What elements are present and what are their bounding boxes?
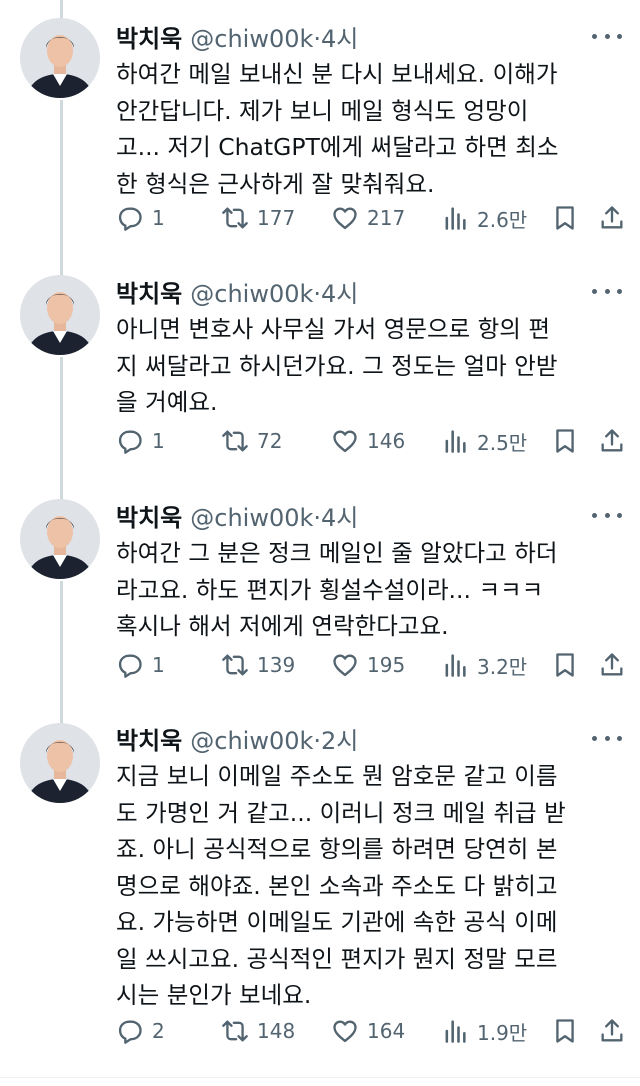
heart-icon xyxy=(333,654,357,677)
display-name[interactable]: 박치욱 xyxy=(116,19,182,54)
tweet-actions: 1 177 217 2.6만 xyxy=(116,201,626,235)
reply-button[interactable]: 1 xyxy=(116,201,165,235)
reply-icon xyxy=(118,430,142,454)
handle-and-time[interactable]: @chiw00k·4시 xyxy=(190,498,358,533)
reply-button[interactable]: 1 xyxy=(116,648,165,682)
tweet-actions: 1 139 195 3.2만 xyxy=(116,648,626,682)
views-button[interactable]: 3.2만 xyxy=(441,648,527,682)
avatar[interactable] xyxy=(20,723,100,803)
retweet-icon xyxy=(222,207,248,229)
share-button[interactable] xyxy=(598,648,626,682)
avatar[interactable] xyxy=(20,275,100,355)
thread-connector xyxy=(60,357,63,499)
retweet-icon xyxy=(222,654,248,676)
retweet-button[interactable]: 72 xyxy=(221,424,282,458)
avatar[interactable] xyxy=(20,499,100,579)
heart-icon xyxy=(333,207,357,230)
bookmark-button[interactable] xyxy=(551,424,579,458)
share-icon xyxy=(601,653,623,676)
avatar[interactable] xyxy=(20,18,100,98)
view-count: 3.2만 xyxy=(477,654,528,679)
reply-button[interactable]: 2 xyxy=(116,1014,165,1048)
like-button[interactable]: 195 xyxy=(331,648,405,682)
tweet-text: 하여간 메일 보내신 분 다시 보내세요. 이해가 안간답니다. 제가 보니 메… xyxy=(116,60,559,198)
retweet-button[interactable]: 139 xyxy=(221,648,295,682)
like-count: 195 xyxy=(367,653,406,677)
thread-connector xyxy=(60,100,63,275)
retweet-count: 72 xyxy=(257,429,283,453)
more-options-icon[interactable] xyxy=(592,279,622,303)
share-button[interactable] xyxy=(598,1014,626,1048)
retweet-count: 148 xyxy=(257,1019,296,1043)
views-button[interactable]: 1.9만 xyxy=(441,1014,527,1048)
reply-button[interactable]: 1 xyxy=(116,424,165,458)
more-options-icon[interactable] xyxy=(592,24,622,48)
retweet-icon xyxy=(222,1020,248,1042)
retweet-button[interactable]: 177 xyxy=(221,201,295,235)
tweet-text: 하여간 그 분은 정크 메일인 줄 알았다고 하더 라고요. 하도 편지가 횡설… xyxy=(116,539,558,640)
share-button[interactable] xyxy=(598,201,626,235)
analytics-icon xyxy=(445,1020,466,1043)
reply-count: 1 xyxy=(152,206,165,230)
like-count: 146 xyxy=(367,429,406,453)
view-count: 1.9만 xyxy=(477,1020,528,1045)
tweet-text: 아니면 변호사 사무실 가서 영문으로 항의 편 지 써달라고 하시던가요. 그… xyxy=(116,315,558,416)
display-name[interactable]: 박치욱 xyxy=(116,274,182,309)
reply-icon xyxy=(118,207,142,231)
analytics-icon xyxy=(445,207,466,230)
retweet-button[interactable]: 148 xyxy=(221,1014,295,1048)
analytics-icon xyxy=(445,654,466,677)
bookmark-icon xyxy=(556,1019,574,1043)
handle-and-time[interactable]: @chiw00k·4시 xyxy=(190,274,358,309)
bookmark-icon xyxy=(556,206,574,230)
handle-and-time[interactable]: @chiw00k·2시 xyxy=(190,721,358,756)
divider xyxy=(0,1077,640,1078)
heart-icon xyxy=(333,1020,357,1043)
like-count: 217 xyxy=(367,206,406,230)
reply-count: 2 xyxy=(152,1019,165,1043)
share-icon xyxy=(601,1019,623,1042)
views-button[interactable]: 2.6만 xyxy=(441,201,527,235)
retweet-icon xyxy=(222,430,248,452)
thread-connector xyxy=(60,0,63,18)
views-button[interactable]: 2.5만 xyxy=(441,424,527,458)
reply-icon xyxy=(118,1020,142,1044)
retweet-count: 139 xyxy=(257,653,296,677)
reply-icon xyxy=(118,654,142,678)
share-icon xyxy=(601,206,623,229)
share-icon xyxy=(601,429,623,452)
display-name[interactable]: 박치욱 xyxy=(116,721,182,756)
bookmark-icon xyxy=(556,653,574,677)
reply-count: 1 xyxy=(152,429,165,453)
like-button[interactable]: 217 xyxy=(331,201,405,235)
tweet-text: 지금 보니 이메일 주소도 뭔 암호문 같고 이름 도 가명인 거 같고... … xyxy=(116,762,566,1009)
tweet-actions: 2 148 164 1.9만 xyxy=(116,1014,626,1048)
like-button[interactable]: 164 xyxy=(331,1014,405,1048)
handle-and-time[interactable]: @chiw00k·4시 xyxy=(190,19,358,54)
analytics-icon xyxy=(445,430,466,453)
view-count: 2.6만 xyxy=(477,207,528,232)
bookmark-button[interactable] xyxy=(551,648,579,682)
reply-count: 1 xyxy=(152,653,165,677)
retweet-count: 177 xyxy=(257,206,296,230)
display-name[interactable]: 박치욱 xyxy=(116,498,182,533)
thread-connector xyxy=(60,581,63,723)
share-button[interactable] xyxy=(598,424,626,458)
tweet-actions: 1 72 146 2.5만 xyxy=(116,424,626,458)
like-count: 164 xyxy=(367,1019,406,1043)
bookmark-button[interactable] xyxy=(551,1014,579,1048)
view-count: 2.5만 xyxy=(477,430,528,455)
like-button[interactable]: 146 xyxy=(331,424,405,458)
more-options-icon[interactable] xyxy=(592,503,622,527)
bookmark-icon xyxy=(556,429,574,453)
more-options-icon[interactable] xyxy=(592,726,622,750)
heart-icon xyxy=(333,430,357,453)
bookmark-button[interactable] xyxy=(551,201,579,235)
